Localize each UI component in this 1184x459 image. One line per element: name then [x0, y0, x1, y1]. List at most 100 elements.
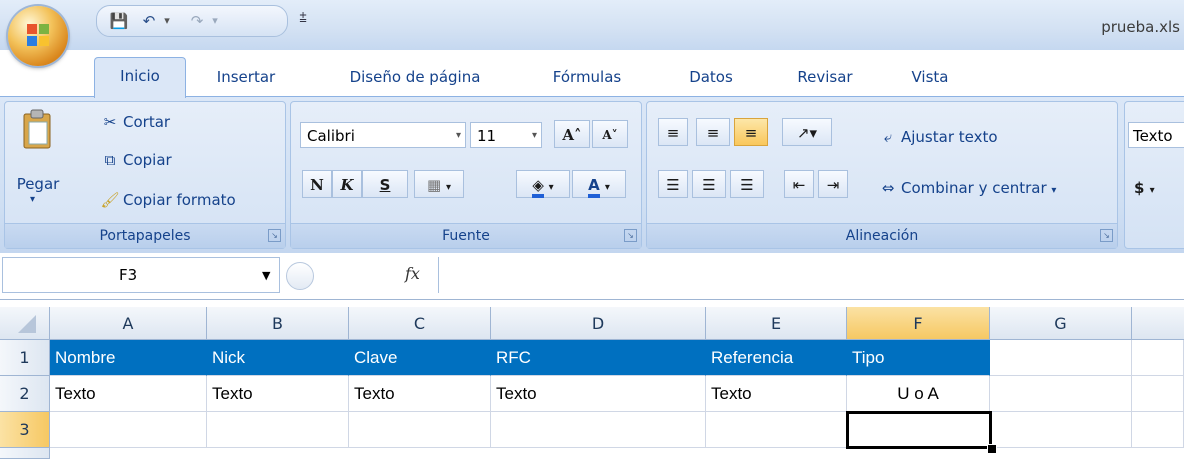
- alignment-launcher-icon[interactable]: ↘: [1100, 229, 1113, 242]
- format-painter-button[interactable]: 🖌 Copiar formato: [100, 188, 236, 212]
- copy-button[interactable]: ⧉ Copiar: [100, 148, 172, 172]
- wrap-text-button[interactable]: ⤶ Ajustar texto: [878, 125, 998, 149]
- grow-font-button[interactable]: A˄: [554, 120, 590, 148]
- cell-f2[interactable]: U o A: [847, 376, 990, 412]
- cell-d1[interactable]: RFC: [491, 340, 706, 376]
- align-center-icon[interactable]: ☰: [692, 170, 726, 198]
- tab-insertar[interactable]: Insertar: [200, 61, 292, 93]
- row-header-1[interactable]: 1: [0, 340, 50, 376]
- tab-formulas[interactable]: Fórmulas: [532, 61, 642, 93]
- redo-icon[interactable]: ↷: [187, 12, 207, 30]
- select-all-corner[interactable]: [0, 307, 50, 340]
- cell-b1[interactable]: Nick: [207, 340, 349, 376]
- cell-b3[interactable]: [207, 412, 349, 448]
- number-format-combo[interactable]: Texto: [1128, 122, 1184, 148]
- underline-button[interactable]: S: [362, 170, 408, 198]
- align-top-icon[interactable]: ≡: [658, 118, 688, 146]
- customize-qat-icon[interactable]: ⩲: [296, 10, 310, 28]
- cell-h2[interactable]: [1132, 376, 1184, 412]
- fill-handle[interactable]: [987, 444, 997, 454]
- align-middle-icon[interactable]: ≡: [696, 118, 730, 146]
- column-header-a[interactable]: A: [50, 307, 207, 340]
- column-header-d[interactable]: D: [491, 307, 706, 340]
- tab-inicio[interactable]: Inicio: [94, 57, 186, 98]
- name-box[interactable]: F3: [2, 257, 280, 293]
- currency-dropdown-icon[interactable]: ▾: [1150, 185, 1155, 196]
- cell-c1[interactable]: Clave: [349, 340, 491, 376]
- cell-h3[interactable]: [1132, 412, 1184, 448]
- fill-dropdown-icon[interactable]: ▾: [549, 182, 554, 193]
- italic-button[interactable]: K: [332, 170, 362, 198]
- font-launcher-icon[interactable]: ↘: [624, 229, 637, 242]
- merge-center-button[interactable]: ⇔ Combinar y centrar ▾: [878, 176, 1057, 200]
- column-header-h[interactable]: [1132, 307, 1184, 340]
- cell-d3[interactable]: [491, 412, 706, 448]
- borders-dropdown-icon[interactable]: ▾: [446, 182, 451, 193]
- cell-h1[interactable]: [1132, 340, 1184, 376]
- tab-diseno-pagina[interactable]: Diseño de página: [320, 61, 510, 93]
- office-button[interactable]: [8, 6, 68, 66]
- shrink-font-button[interactable]: A˅: [592, 120, 628, 148]
- tab-revisar[interactable]: Revisar: [770, 61, 880, 93]
- column-header-c[interactable]: C: [349, 307, 491, 340]
- paste-icon[interactable]: [20, 108, 54, 164]
- bold-button[interactable]: N: [302, 170, 332, 198]
- insert-function-icon[interactable]: fx: [405, 264, 420, 283]
- merge-dropdown-icon[interactable]: ▾: [1051, 185, 1056, 196]
- cell-e1[interactable]: Referencia: [706, 340, 847, 376]
- align-right-icon[interactable]: ☰: [730, 170, 764, 198]
- row-header-4[interactable]: [0, 448, 50, 459]
- format-painter-label: Copiar formato: [123, 191, 236, 209]
- font-size-combo[interactable]: 11 ▾: [470, 122, 542, 148]
- align-left-icon[interactable]: ☰: [658, 170, 688, 198]
- formula-bar-resize-handle[interactable]: [286, 262, 314, 290]
- row-header-3[interactable]: 3: [0, 412, 50, 448]
- cut-button[interactable]: ✂ Cortar: [100, 110, 170, 134]
- cell-g3[interactable]: [990, 412, 1132, 448]
- cell-d2[interactable]: Texto: [491, 376, 706, 412]
- currency-button[interactable]: $ ▾: [1134, 176, 1155, 200]
- column-header-e[interactable]: E: [706, 307, 847, 340]
- font-color-button[interactable]: A ▾: [572, 170, 626, 198]
- font-color-dropdown-icon[interactable]: ▾: [605, 182, 610, 193]
- font-size-dropdown-icon[interactable]: ▾: [532, 123, 537, 149]
- cell-b2[interactable]: Texto: [207, 376, 349, 412]
- save-icon[interactable]: 💾: [109, 12, 129, 30]
- borders-icon: ▦: [427, 176, 442, 194]
- row-header-2[interactable]: 2: [0, 376, 50, 412]
- fill-color-button[interactable]: ◈ ▾: [516, 170, 570, 198]
- cell-a2[interactable]: Texto: [50, 376, 207, 412]
- cell-a3[interactable]: [50, 412, 207, 448]
- cell-g1[interactable]: [990, 340, 1132, 376]
- paste-dropdown-icon[interactable]: ▾: [30, 194, 35, 205]
- column-header-b[interactable]: B: [207, 307, 349, 340]
- decrease-indent-icon[interactable]: ⇤: [784, 170, 814, 198]
- borders-button[interactable]: ▦ ▾: [414, 170, 464, 198]
- clipboard-launcher-icon[interactable]: ↘: [268, 229, 281, 242]
- office-logo-icon: [27, 24, 49, 46]
- column-header-f[interactable]: F: [847, 307, 990, 340]
- font-name-combo[interactable]: Calibri ▾: [300, 122, 466, 148]
- align-bottom-icon[interactable]: ≡: [734, 118, 768, 146]
- cell-e3[interactable]: [706, 412, 847, 448]
- cell-f1[interactable]: Tipo: [847, 340, 990, 376]
- fill-bucket-icon: ◈: [532, 176, 544, 198]
- undo-icon[interactable]: ↶: [139, 12, 159, 30]
- paste-button[interactable]: Pegar: [8, 172, 68, 196]
- formula-input[interactable]: [438, 257, 1184, 293]
- increase-indent-icon[interactable]: ⇥: [818, 170, 848, 198]
- alignment-group-label: Alineación: [647, 223, 1117, 248]
- cell-e2[interactable]: Texto: [706, 376, 847, 412]
- tab-vista[interactable]: Vista: [890, 61, 970, 93]
- font-name-dropdown-icon[interactable]: ▾: [456, 123, 461, 149]
- name-box-dropdown-icon[interactable]: ▼: [262, 269, 270, 282]
- cell-c2[interactable]: Texto: [349, 376, 491, 412]
- cell-g2[interactable]: [990, 376, 1132, 412]
- orientation-icon[interactable]: ↗▾: [782, 118, 832, 146]
- undo-dropdown-icon[interactable]: ▾: [161, 12, 173, 30]
- cell-a1[interactable]: Nombre: [50, 340, 207, 376]
- cell-c3[interactable]: [349, 412, 491, 448]
- tab-datos[interactable]: Datos: [666, 61, 756, 93]
- redo-dropdown-icon[interactable]: ▾: [209, 12, 221, 30]
- column-header-g[interactable]: G: [990, 307, 1132, 340]
